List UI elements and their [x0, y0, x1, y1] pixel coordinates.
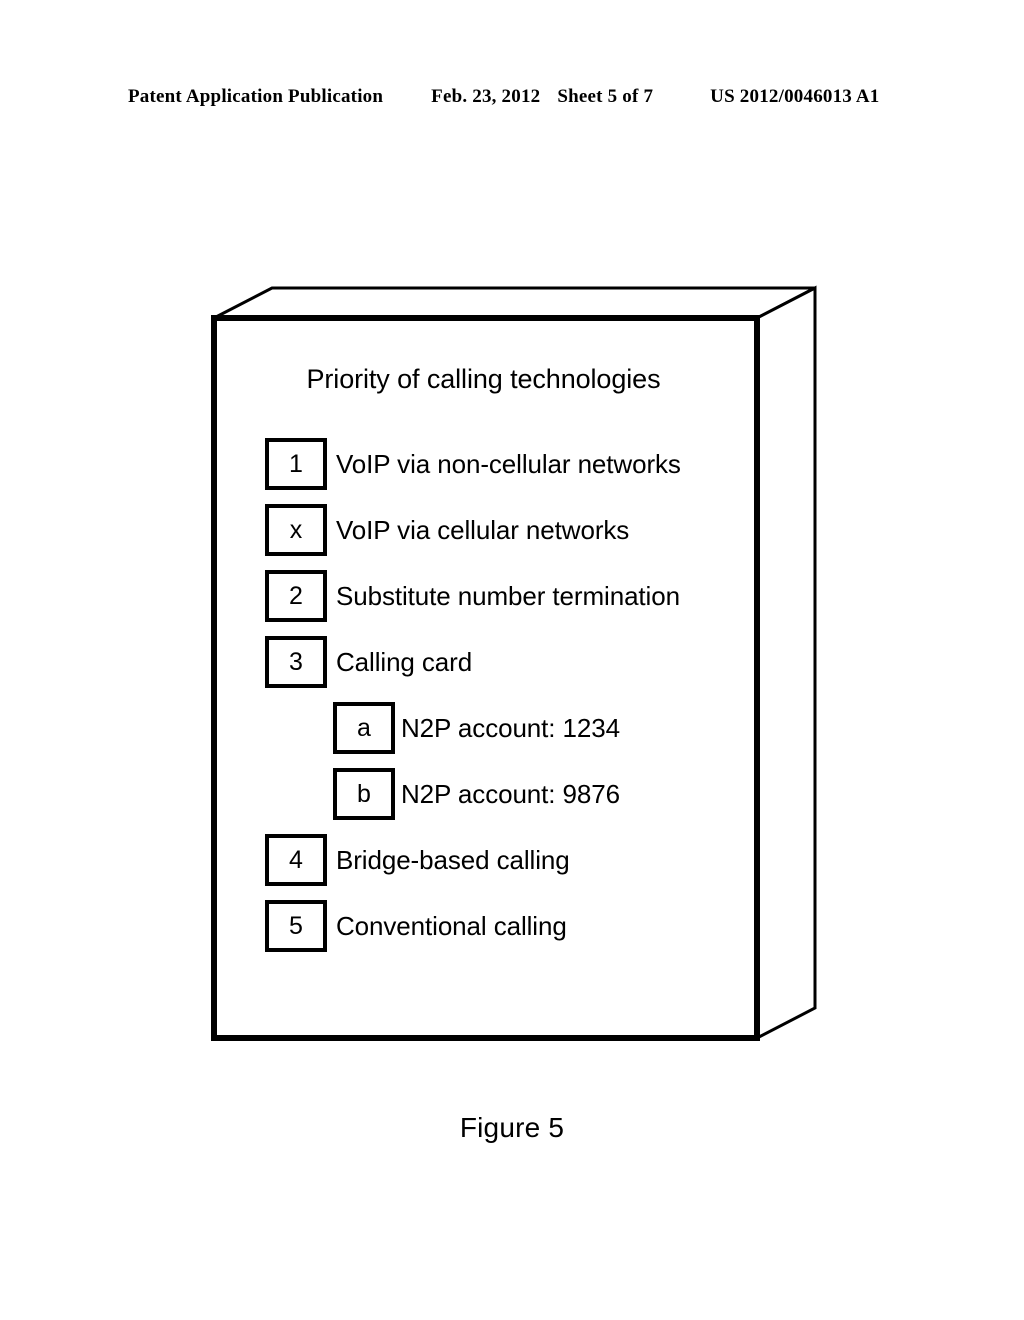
list-item-label: VoIP via cellular networks: [336, 514, 630, 545]
priority-marker-box: b: [333, 768, 395, 820]
priority-marker-box: a: [333, 702, 395, 754]
priority-marker-box: 3: [265, 636, 327, 688]
priority-list: 1 VoIP via non-cellular networks x VoIP …: [265, 438, 753, 966]
list-item-label: VoIP via non-cellular networks: [336, 448, 681, 479]
list-item-sub: b N2P account: 9876: [333, 768, 753, 834]
list-item-label: N2P account: 1234: [401, 712, 620, 743]
list-item: 5 Conventional calling: [265, 900, 753, 966]
list-item-label: Bridge-based calling: [336, 844, 570, 875]
list-item-label: Calling card: [336, 646, 473, 677]
priority-marker-box: 1: [265, 438, 327, 490]
cuboid-top-face: [213, 286, 816, 320]
list-item-sub: a N2P account: 1234: [333, 702, 753, 768]
list-item: 1 VoIP via non-cellular networks: [265, 438, 753, 504]
list-item: 4 Bridge-based calling: [265, 834, 753, 900]
priority-marker-box: x: [265, 504, 327, 556]
priority-marker-box: 5: [265, 900, 327, 952]
cuboid-right-face: [755, 285, 817, 1041]
list-item: 3 Calling card: [265, 636, 753, 702]
list-item: x VoIP via cellular networks: [265, 504, 753, 570]
figure-caption: Figure 5: [459, 1112, 565, 1143]
list-item-label: N2P account: 9876: [401, 778, 620, 809]
list-item-label: Substitute number termination: [336, 580, 680, 611]
priority-marker-box: 2: [265, 570, 327, 622]
priority-list-panel: Priority of calling technologies 1 VoIP …: [214, 318, 753, 1038]
list-item: 2 Substitute number termination: [265, 570, 753, 636]
priority-marker-box: 4: [265, 834, 327, 886]
priority-list-title: Priority of calling technologies: [306, 364, 661, 394]
list-item-label: Conventional calling: [336, 910, 567, 941]
figure-5-drawing: Priority of calling technologies 1 VoIP …: [0, 0, 1024, 1320]
